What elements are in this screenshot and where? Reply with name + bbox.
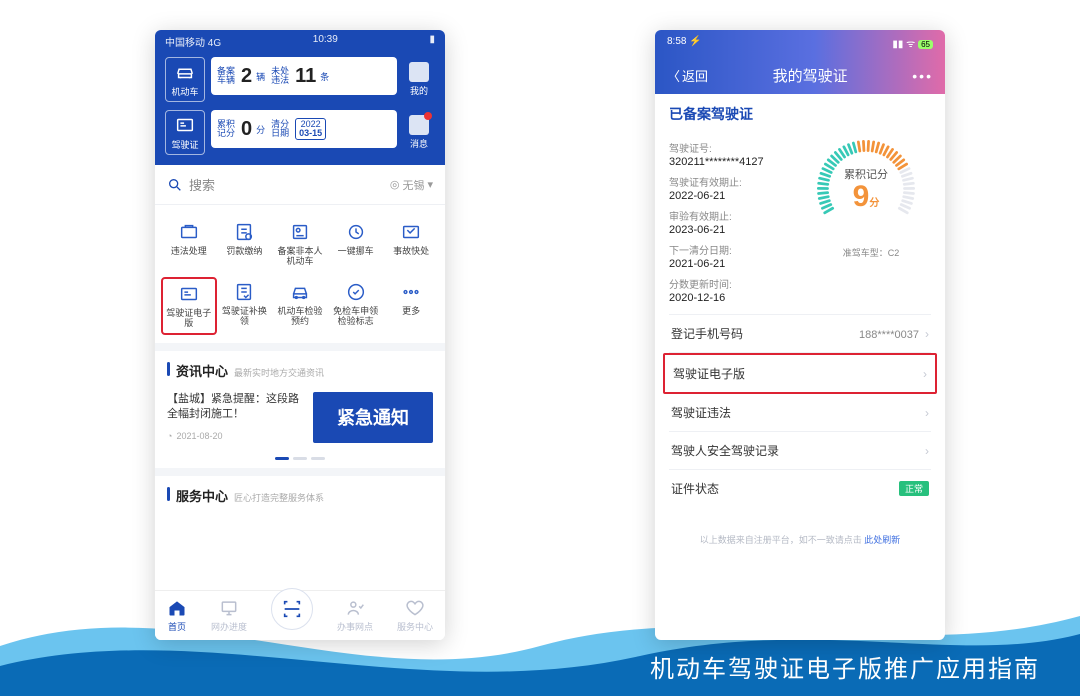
avatar-icon [409,62,429,82]
footer-note: 以上数据来自注册平台，如不一致请点击 此处刷新 [669,533,931,546]
status-carrier: 中国移动 4G [165,34,221,49]
bottom-tabbar: 首页 网办进度 办事网点 服务中心 [155,590,445,640]
news-card[interactable]: 【盐城】紧急提醒：这段路全幅封闭施工！ ◔ 2021-08-20 紧急通知 [155,386,445,453]
home-icon [167,598,187,618]
chevron-left-icon: 〈 [667,66,680,85]
service-icon [345,221,367,243]
services-grid: 违法处理罚款缴纳备案非本人机动车一键挪车事故快处驾驶证电子版驾驶证补换领机动车检… [155,205,445,343]
status-battery-icon: ▮ [429,34,435,49]
row-phone[interactable]: 登记手机号码 188****0037› [669,315,931,353]
tab-license[interactable]: 驾驶证 [165,110,205,155]
status-icons: ▮▮ ᯤ 65 [892,36,933,50]
refresh-link[interactable]: 此处刷新 [864,535,900,545]
service-2[interactable]: 备案非本人机动车 [272,217,328,271]
chevron-right-icon: › [925,406,929,420]
tab-service[interactable]: 服务中心 [397,598,433,633]
status-time: 10:39 [313,34,338,49]
phone-license-detail: 8:58 ⚡ ▮▮ ᯤ 65 〈 返回 我的驾驶证 ••• 已备案驾驶证 驾驶证… [655,30,945,640]
more-button[interactable]: ••• [912,68,933,84]
home-header: 中国移动 4G 10:39 ▮ 机动车 备案车辆 2 辆 未处违法 11 条 我… [155,30,445,165]
message-icon [409,115,429,135]
detail-header: 8:58 ⚡ ▮▮ ᯤ 65 〈 返回 我的驾驶证 ••• [655,30,945,94]
clock-icon: ◔ [167,430,172,443]
tab-scan[interactable] [271,588,313,630]
service-icon [345,281,367,303]
service-icon [400,281,422,303]
service-icon [178,283,200,305]
messages-button[interactable]: 消息 [403,110,435,155]
section-title: 已备案驾驶证 [669,104,931,124]
tab-vehicle[interactable]: 机动车 [165,57,205,102]
monitor-icon [219,598,239,618]
chevron-down-icon: ▾ [427,178,433,191]
service-8[interactable]: 免检车申领检验标志 [328,277,384,335]
service-3[interactable]: 一键挪车 [328,217,384,271]
service-icon [289,281,311,303]
points-gauge: 累积记分 9分 [811,134,921,244]
card-vehicle-summary[interactable]: 备案车辆 2 辆 未处违法 11 条 [211,57,397,95]
status-bar: 8:58 ⚡ ▮▮ ᯤ 65 [667,36,933,50]
service-4[interactable]: 事故快处 [383,217,439,271]
license-info: 驾驶证号: 320211********4127 驾驶证有效期止: 2022-0… [669,134,931,304]
license-card-icon [174,114,196,136]
service-7[interactable]: 机动车检验预约 [272,277,328,335]
chevron-right-icon: › [925,327,929,341]
tab-progress[interactable]: 网办进度 [211,598,247,633]
status-bar: 中国移动 4G 10:39 ▮ [165,34,435,49]
news-date: ◔ 2021-08-20 [167,430,303,443]
card-license-summary[interactable]: 累积记分 0 分 清分日期 2022 03-15 [211,110,397,148]
search-bar[interactable]: 搜索 ◎ 无锡 ▾ [155,165,445,205]
car-icon [174,61,196,83]
news-banner: 紧急通知 [313,392,433,443]
user-check-icon [345,598,365,618]
me-button[interactable]: 我的 [403,57,435,102]
points-value: 9分 [853,182,880,212]
scan-icon [281,598,303,620]
clear-date: 2022 03-15 [295,118,326,140]
service-icon [178,221,200,243]
back-button[interactable]: 〈 返回 [667,66,708,85]
banner-title: 机动车驾驶证电子版推广应用指南 [650,649,1040,684]
chevron-right-icon: › [925,444,929,458]
service-6[interactable]: 驾驶证补换领 [217,277,273,335]
news-pager [155,453,445,468]
service-icon [400,221,422,243]
page-title: 我的驾驶证 [773,65,848,86]
row-elicense[interactable]: 驾驶证电子版 › [663,353,937,394]
service-icon [289,221,311,243]
service-9[interactable]: 更多 [383,277,439,335]
chevron-right-icon: › [923,367,927,381]
service-icon [233,281,255,303]
row-safety-record[interactable]: 驾驶人安全驾驶记录 › [669,432,931,470]
service-section-header: 服务中心 匠心打造完整服务体系 [155,468,445,511]
signal-icon: ▮▮ [892,39,903,50]
phone-home: 中国移动 4G 10:39 ▮ 机动车 备案车辆 2 辆 未处违法 11 条 我… [155,30,445,640]
status-badge: 正常 [899,481,929,496]
tab-home[interactable]: 首页 [167,598,187,633]
row-violations[interactable]: 驾驶证违法 › [669,394,931,432]
row-status: 证件状态 正常 [669,470,931,507]
wifi-icon: ᯤ [906,39,915,50]
search-label: 搜索 [189,175,215,194]
license-class: 准驾车型：C2 [811,246,931,259]
tab-branches[interactable]: 办事网点 [337,598,373,633]
news-headline: 【盐城】紧急提醒：这段路全幅封闭施工！ [167,392,303,423]
detail-list: 登记手机号码 188****0037› 驾驶证电子版 › 驾驶证违法 › 驾驶人… [669,314,931,507]
battery-icon: 65 [918,40,933,49]
service-1[interactable]: 罚款缴纳 [217,217,273,271]
service-5[interactable]: 驾驶证电子版 [161,277,217,335]
service-0[interactable]: 违法处理 [161,217,217,271]
service-icon [233,221,255,243]
location-picker[interactable]: ◎ 无锡 ▾ [390,177,433,193]
heart-icon [405,598,425,618]
search-icon [167,177,183,193]
news-section-header: 资讯中心 最新实时地方交通资讯 [155,343,445,386]
